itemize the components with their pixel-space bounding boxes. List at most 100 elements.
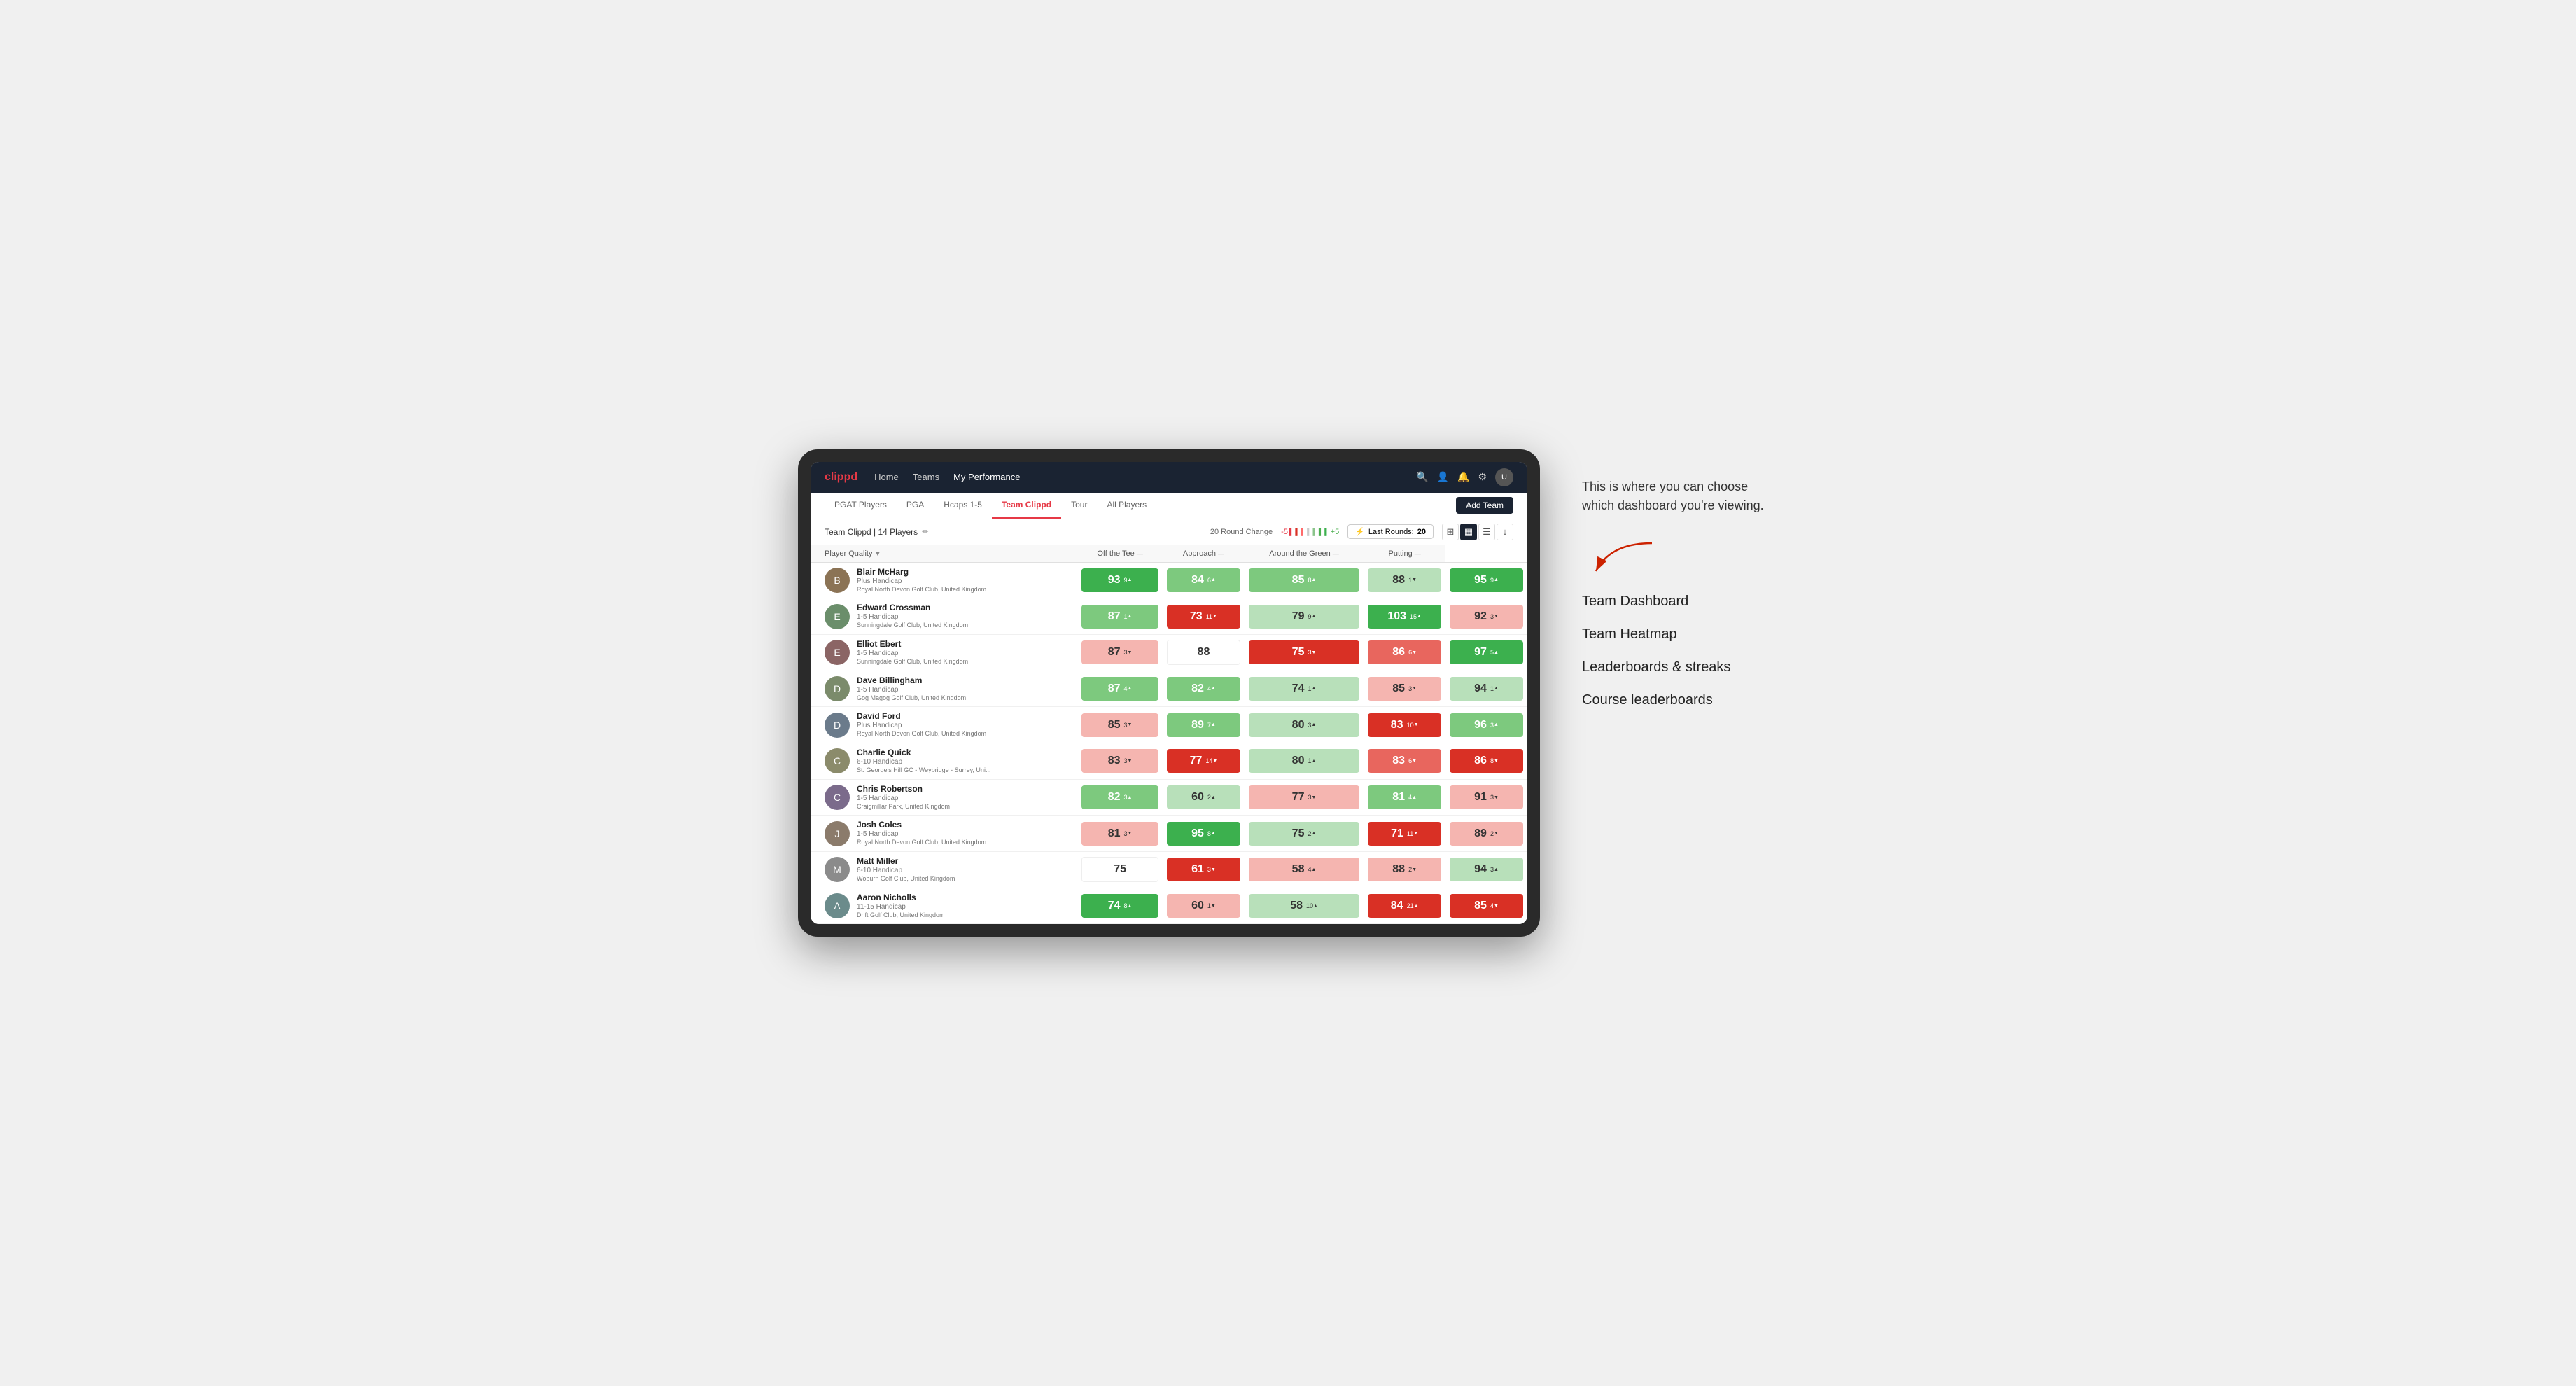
table-row: C Chris Robertson 1-5 Handicap Craigmill… <box>811 779 1527 816</box>
score-value: 61 <box>1191 863 1204 876</box>
tab-pga[interactable]: PGA <box>897 492 934 519</box>
player-cell-9[interactable]: A Aaron Nicholls 11-15 Handicap Drift Go… <box>811 888 1077 924</box>
page-wrapper: clippd Home Teams My Performance 🔍 👤 🔔 ⚙… <box>798 449 1778 937</box>
tab-team-clippd[interactable]: Team Clippd <box>992 492 1061 519</box>
score-box-8-2: 58 4▲ <box>1249 858 1359 881</box>
score-delta: 1▼ <box>1208 902 1216 909</box>
col-off-tee[interactable]: Off the Tee — <box>1077 545 1163 563</box>
table-row: A Aaron Nicholls 11-15 Handicap Drift Go… <box>811 888 1527 924</box>
user-avatar[interactable]: U <box>1495 468 1513 486</box>
nav-link-home[interactable]: Home <box>874 469 899 485</box>
score-delta: 21▲ <box>1407 902 1419 909</box>
profile-icon[interactable]: 👤 <box>1437 471 1449 483</box>
score-delta: 10▼ <box>1407 722 1419 729</box>
edit-icon[interactable]: ✏ <box>922 527 928 536</box>
score-box-0-0: 93 9▲ <box>1082 568 1158 592</box>
player-cell-8[interactable]: M Matt Miller 6-10 Handicap Woburn Golf … <box>811 852 1077 888</box>
score-box-6-0: 82 3▲ <box>1082 785 1158 809</box>
score-delta: 3▼ <box>1124 830 1133 837</box>
tab-hcaps[interactable]: Hcaps 1-5 <box>934 492 992 519</box>
view-icons: ⊞ ▦ ☰ ↓ <box>1442 524 1513 540</box>
nav-logo[interactable]: clippd <box>825 471 858 484</box>
bell-icon[interactable]: 🔔 <box>1457 471 1469 483</box>
last-rounds-button[interactable]: ⚡ Last Rounds: 20 <box>1348 524 1434 539</box>
nav-link-my-performance[interactable]: My Performance <box>953 469 1020 485</box>
settings-icon[interactable]: ⚙ <box>1478 471 1487 483</box>
score-box-8-0: 75 <box>1082 857 1158 882</box>
player-cell-7[interactable]: J Josh Coles 1-5 Handicap Royal North De… <box>811 816 1077 851</box>
player-name-5: Charlie Quick <box>857 748 990 757</box>
player-cell-4[interactable]: D David Ford Plus Handicap Royal North D… <box>811 707 1077 743</box>
player-cell-5[interactable]: C Charlie Quick 6-10 Handicap St. George… <box>811 743 1077 779</box>
table-header-row: Player Quality ▼ Off the Tee — Approach … <box>811 545 1527 563</box>
table-row: C Charlie Quick 6-10 Handicap St. George… <box>811 743 1527 780</box>
nav-links: Home Teams My Performance <box>874 469 1416 485</box>
col-player-quality[interactable]: Player Quality ▼ <box>811 545 1077 563</box>
score-delta: 8▲ <box>1208 830 1216 837</box>
col-around-green[interactable]: Around the Green — <box>1245 545 1364 563</box>
col-putting[interactable]: Putting — <box>1364 545 1446 563</box>
player-name-1: Edward Crossman <box>857 603 968 612</box>
score-box-7-1: 95 8▲ <box>1167 822 1240 846</box>
score-value: 58 <box>1290 899 1303 912</box>
player-hcp-1: 1-5 Handicap <box>857 612 968 622</box>
grid-view-button[interactable]: ⊞ <box>1442 524 1459 540</box>
score-box-1-2: 79 9▲ <box>1249 605 1359 629</box>
score-delta: 3▲ <box>1308 722 1316 729</box>
player-club-9: Drift Golf Club, United Kingdom <box>857 911 945 920</box>
score-delta: 8▲ <box>1308 577 1316 584</box>
player-name-6: Chris Robertson <box>857 784 950 794</box>
score-box-3-1: 82 4▲ <box>1167 677 1240 701</box>
score-value: 88 <box>1198 646 1210 659</box>
download-button[interactable]: ↓ <box>1497 524 1513 540</box>
score-value: 87 <box>1108 610 1121 623</box>
nav-link-teams[interactable]: Teams <box>913 469 939 485</box>
player-hcp-3: 1-5 Handicap <box>857 685 966 694</box>
score-value: 83 <box>1392 755 1405 767</box>
score-box-9-2: 58 10▲ <box>1249 894 1359 918</box>
search-icon[interactable]: 🔍 <box>1416 471 1428 483</box>
score-value: 71 <box>1391 827 1404 840</box>
score-box-9-3: 84 21▲ <box>1368 894 1441 918</box>
score-box-2-4: 97 5▲ <box>1450 640 1523 664</box>
score-value: 94 <box>1474 682 1487 695</box>
score-value: 94 <box>1474 863 1487 876</box>
score-value: 73 <box>1190 610 1203 623</box>
score-value: 75 <box>1292 827 1305 840</box>
score-delta: 1▲ <box>1308 757 1316 764</box>
player-avatar-1: E <box>825 604 850 629</box>
player-cell-0[interactable]: B Blair McHarg Plus Handicap Royal North… <box>811 563 1077 598</box>
tab-tour[interactable]: Tour <box>1061 492 1097 519</box>
last-rounds-value: 20 <box>1418 528 1426 536</box>
table-row: J Josh Coles 1-5 Handicap Royal North De… <box>811 816 1527 852</box>
player-cell-2[interactable]: E Elliot Ebert 1-5 Handicap Sunningdale … <box>811 635 1077 671</box>
tab-all-players[interactable]: All Players <box>1097 492 1156 519</box>
add-team-button[interactable]: Add Team <box>1456 497 1513 514</box>
player-hcp-5: 6-10 Handicap <box>857 757 990 766</box>
score-delta: 2▲ <box>1208 794 1216 801</box>
player-cell-6[interactable]: C Chris Robertson 1-5 Handicap Craigmill… <box>811 780 1077 816</box>
col-approach[interactable]: Approach — <box>1163 545 1245 563</box>
annotation-item-1: Team Heatmap <box>1582 618 1778 651</box>
score-box-0-1: 84 6▲ <box>1167 568 1240 592</box>
score-box-4-2: 80 3▲ <box>1249 713 1359 737</box>
tab-pgat-players[interactable]: PGAT Players <box>825 492 897 519</box>
player-cell-3[interactable]: D Dave Billingham 1-5 Handicap Gog Magog… <box>811 671 1077 707</box>
score-value: 74 <box>1108 899 1121 912</box>
table-row: D David Ford Plus Handicap Royal North D… <box>811 707 1527 743</box>
heatmap-view-button[interactable]: ▦ <box>1460 524 1477 540</box>
list-view-button[interactable]: ☰ <box>1478 524 1495 540</box>
score-box-0-2: 85 8▲ <box>1249 568 1359 592</box>
round-change-label: 20 Round Change <box>1210 528 1273 536</box>
score-delta: 9▲ <box>1490 577 1499 584</box>
score-delta: 11▼ <box>1206 613 1217 620</box>
player-avatar-0: B <box>825 568 850 593</box>
player-cell-1[interactable]: E Edward Crossman 1-5 Handicap Sunningda… <box>811 598 1077 634</box>
sub-nav: PGAT Players PGA Hcaps 1-5 Team Clippd T… <box>811 493 1527 519</box>
score-value: 77 <box>1190 755 1203 767</box>
player-name-2: Elliot Ebert <box>857 639 968 649</box>
score-value: 84 <box>1191 574 1204 587</box>
player-info-4: David Ford Plus Handicap Royal North Dev… <box>857 711 986 738</box>
score-box-1-1: 73 11▼ <box>1167 605 1240 629</box>
player-avatar-9: A <box>825 893 850 918</box>
